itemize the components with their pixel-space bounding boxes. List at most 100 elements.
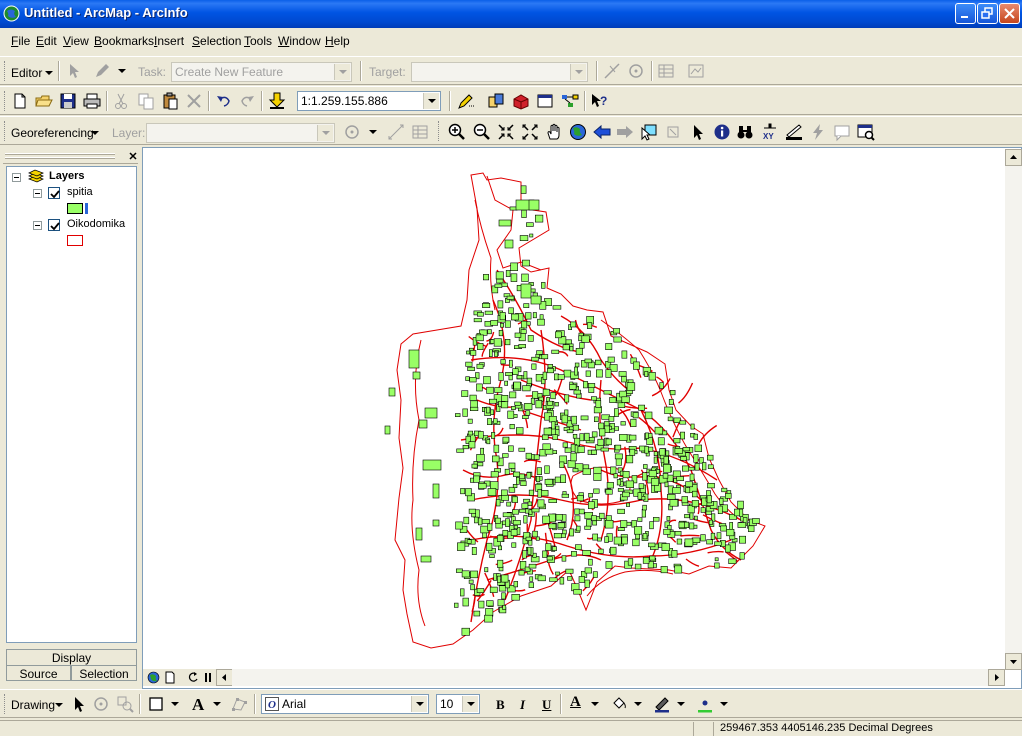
select-features-button[interactable] bbox=[639, 122, 659, 142]
scroll-up-button[interactable] bbox=[1005, 149, 1022, 166]
tab-source[interactable]: Source bbox=[6, 665, 71, 681]
italic-button[interactable]: I bbox=[513, 694, 533, 714]
map-horizontal-scrollbar[interactable] bbox=[232, 669, 1005, 686]
rotate-element-button[interactable] bbox=[91, 694, 111, 714]
drawing-dropdown-arrow[interactable] bbox=[55, 703, 63, 707]
menu-tools[interactable]: Tools bbox=[244, 34, 272, 48]
toc-close-icon[interactable] bbox=[128, 151, 138, 161]
sketch-tool-button[interactable] bbox=[92, 61, 112, 81]
menu-bookmarks[interactable]: Bookmarks bbox=[94, 34, 154, 48]
tab-selection[interactable]: Selection bbox=[71, 665, 137, 681]
map-canvas[interactable] bbox=[143, 148, 1005, 669]
undo-button[interactable] bbox=[214, 91, 234, 111]
cut-button[interactable] bbox=[111, 91, 131, 111]
spitia-visibility-checkbox[interactable] bbox=[48, 187, 60, 199]
scale-dropdown-arrow[interactable] bbox=[423, 93, 439, 109]
pan-button[interactable] bbox=[544, 122, 564, 142]
html-popup-button[interactable] bbox=[832, 122, 852, 142]
scroll-right-button[interactable] bbox=[988, 669, 1005, 686]
bold-button[interactable]: B bbox=[490, 694, 510, 714]
clear-selection-button[interactable] bbox=[663, 122, 683, 142]
delete-button[interactable] bbox=[184, 91, 204, 111]
menu-file[interactable]: File bbox=[11, 34, 30, 48]
full-extent-button[interactable] bbox=[568, 122, 588, 142]
text-dropdown-arrow[interactable] bbox=[213, 702, 221, 706]
menu-insert[interactable]: Insert bbox=[154, 34, 184, 48]
layers-root-label[interactable]: Layers bbox=[49, 170, 84, 182]
rotate-tool-button[interactable] bbox=[626, 61, 646, 81]
find-button[interactable] bbox=[735, 122, 755, 142]
line-color-dropdown-arrow[interactable] bbox=[677, 702, 685, 706]
oikodomika-visibility-checkbox[interactable] bbox=[48, 219, 60, 231]
target-combo[interactable] bbox=[411, 62, 588, 82]
georef-layer-combo[interactable] bbox=[146, 123, 335, 143]
restore-button[interactable] bbox=[977, 3, 998, 24]
rectangle-dropdown-arrow[interactable] bbox=[171, 702, 179, 706]
menu-selection[interactable]: Selection bbox=[192, 34, 241, 48]
marker-color-button[interactable] bbox=[695, 694, 715, 714]
arccatalog-button[interactable] bbox=[486, 91, 506, 111]
fill-color-dropdown-arrow[interactable] bbox=[634, 702, 642, 706]
refresh-view-icon[interactable] bbox=[187, 671, 199, 684]
zoom-to-selected-elements-button[interactable] bbox=[115, 694, 135, 714]
underline-button[interactable]: U bbox=[537, 694, 557, 714]
font-color-button[interactable]: A bbox=[566, 694, 586, 714]
font-name-combo[interactable]: O Arial bbox=[261, 694, 429, 714]
editor-toolbar-button[interactable] bbox=[456, 91, 476, 111]
open-button[interactable] bbox=[34, 91, 54, 111]
close-button[interactable] bbox=[999, 3, 1020, 24]
layers-collapse-toggle[interactable] bbox=[12, 173, 21, 182]
edit-vertices-button[interactable] bbox=[229, 694, 249, 714]
sketch-dropdown-arrow[interactable] bbox=[118, 69, 126, 73]
map-display[interactable] bbox=[142, 147, 1022, 689]
add-control-points-button[interactable] bbox=[386, 122, 406, 142]
paste-button[interactable] bbox=[160, 91, 180, 111]
font-color-dropdown-arrow[interactable] bbox=[591, 702, 599, 706]
editor-menu-button[interactable]: Editor bbox=[11, 66, 42, 80]
new-rectangle-button[interactable] bbox=[146, 694, 166, 714]
redo-button[interactable] bbox=[237, 91, 257, 111]
split-tool-button[interactable] bbox=[602, 61, 622, 81]
spitia-collapse-toggle[interactable] bbox=[33, 189, 42, 198]
fixed-zoom-in-button[interactable] bbox=[496, 122, 516, 142]
edit-tool-button[interactable] bbox=[63, 61, 83, 81]
go-forward-button[interactable] bbox=[615, 122, 635, 142]
target-dropdown-arrow[interactable] bbox=[570, 64, 586, 80]
data-view-globe-icon[interactable] bbox=[147, 671, 160, 684]
whats-this-button[interactable]: ? bbox=[589, 91, 609, 111]
task-combo[interactable]: Create New Feature bbox=[171, 62, 352, 82]
hyperlink-button[interactable] bbox=[808, 122, 828, 142]
menu-window[interactable]: Window bbox=[278, 34, 321, 48]
measure-button[interactable] bbox=[784, 122, 804, 142]
menu-edit[interactable]: Edit bbox=[36, 34, 57, 48]
select-elements-button-drawing[interactable] bbox=[69, 694, 89, 714]
marker-color-dropdown-arrow[interactable] bbox=[720, 702, 728, 706]
font-size-combo[interactable]: 10 bbox=[436, 694, 480, 714]
zoom-in-button[interactable] bbox=[447, 122, 467, 142]
new-text-button[interactable]: A bbox=[187, 694, 207, 714]
attributes-button[interactable] bbox=[656, 61, 676, 81]
sketch-properties-button[interactable] bbox=[686, 61, 706, 81]
georeferencing-menu-button[interactable]: Georeferencing bbox=[11, 126, 94, 140]
command-line-button[interactable] bbox=[535, 91, 555, 111]
print-button[interactable] bbox=[82, 91, 102, 111]
oikodomika-collapse-toggle[interactable] bbox=[33, 221, 42, 230]
add-data-button[interactable] bbox=[267, 91, 287, 111]
font-name-dropdown-arrow[interactable] bbox=[411, 696, 427, 712]
georef-rotate-dropdown-arrow[interactable] bbox=[369, 130, 377, 134]
map-vertical-scrollbar[interactable] bbox=[1005, 149, 1022, 670]
layer-name-oikodomika[interactable]: Oikodomika bbox=[67, 218, 125, 230]
minimize-button[interactable] bbox=[955, 3, 976, 24]
fill-color-button[interactable] bbox=[609, 694, 629, 714]
menu-help[interactable]: Help bbox=[325, 34, 350, 48]
pause-drawing-icon[interactable] bbox=[204, 672, 212, 683]
scroll-left-button[interactable] bbox=[216, 669, 233, 686]
save-button[interactable] bbox=[58, 91, 78, 111]
model-builder-button[interactable] bbox=[560, 91, 580, 111]
identify-button[interactable] bbox=[712, 122, 732, 142]
oikodomika-legend-swatch[interactable] bbox=[67, 235, 83, 246]
line-color-button[interactable] bbox=[652, 694, 672, 714]
menu-view[interactable]: View bbox=[63, 34, 89, 48]
editor-dropdown-arrow[interactable] bbox=[45, 71, 53, 75]
new-document-button[interactable] bbox=[10, 91, 30, 111]
